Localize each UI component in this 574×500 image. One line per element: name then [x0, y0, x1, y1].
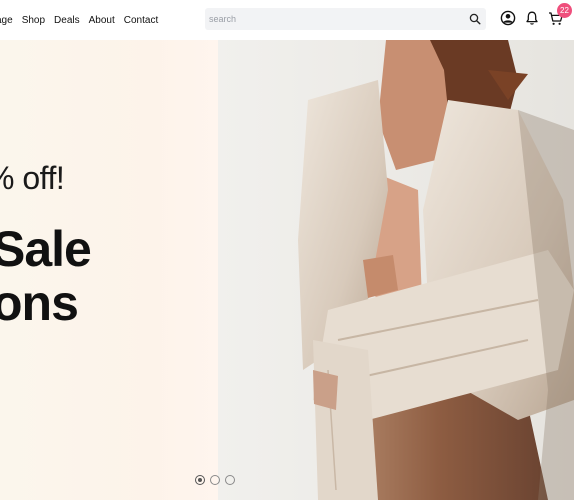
carousel-dot-1[interactable]: [195, 475, 205, 485]
hero-title-line-1: Sale: [0, 221, 92, 277]
hero-carousel: % off! Sale ons: [0, 40, 574, 500]
search-icon[interactable]: [469, 13, 481, 25]
nav-item-contact[interactable]: Contact: [124, 15, 158, 26]
nav-item-about[interactable]: About: [89, 15, 115, 26]
hero-title: Sale ons: [0, 221, 92, 331]
nav-item-homepage[interactable]: age: [0, 15, 13, 26]
cart-count-badge: 22: [557, 3, 572, 18]
search-input[interactable]: [205, 8, 460, 30]
user-icon[interactable]: [500, 10, 516, 26]
hero-text-panel: % off! Sale ons: [0, 40, 218, 500]
site-header: age Shop Deals About Contact 22: [0, 0, 574, 40]
hero-product-image: [218, 40, 574, 500]
bell-icon[interactable]: [524, 10, 540, 26]
main-nav: age Shop Deals About Contact: [0, 0, 167, 40]
hero-subtitle: % off!: [0, 160, 65, 196]
nav-item-deals[interactable]: Deals: [54, 15, 80, 26]
carousel-dot-3[interactable]: [225, 475, 235, 485]
hero-title-line-2: ons: [0, 275, 79, 331]
search-bar: [205, 8, 486, 30]
carousel-dot-2[interactable]: [210, 475, 220, 485]
nav-item-shop[interactable]: Shop: [22, 15, 45, 26]
carousel-indicators: [195, 475, 235, 485]
model-photo-illustration: [218, 40, 574, 500]
